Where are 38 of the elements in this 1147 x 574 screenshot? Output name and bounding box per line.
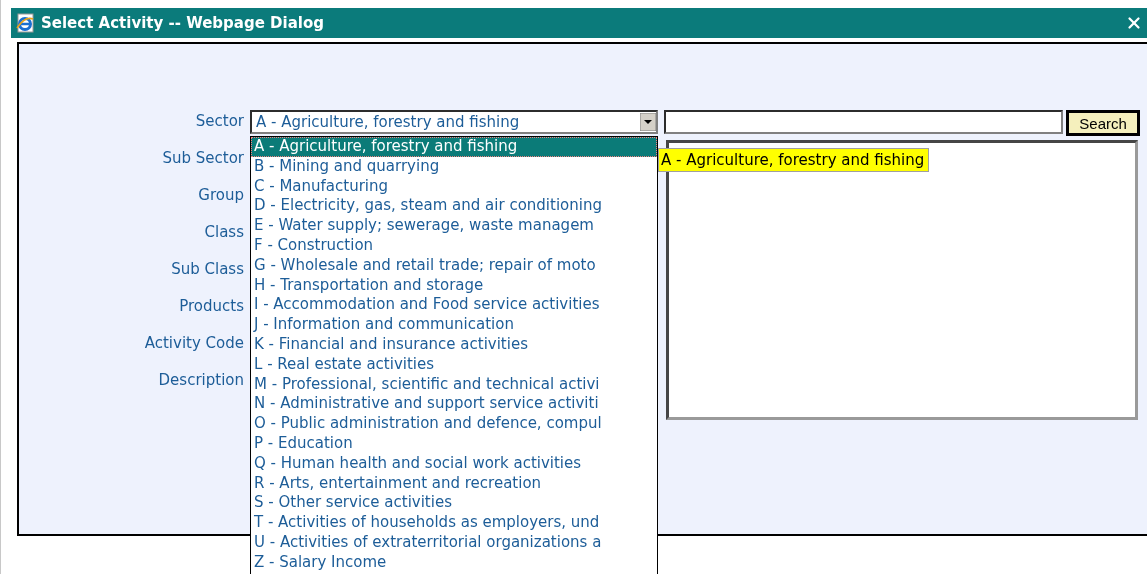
tooltip: A - Agriculture, forestry and fishing <box>658 148 930 172</box>
dropdown-option[interactable]: K - Financial and insurance activities <box>251 334 657 355</box>
field-label: Group <box>198 185 244 206</box>
dropdown-option[interactable]: I - Accommodation and Food service activities <box>251 295 657 316</box>
dropdown-option[interactable]: B - Mining and quarrying <box>251 156 657 177</box>
dropdown-option[interactable]: P - Education <box>251 433 657 454</box>
field-label: Sector <box>195 111 244 132</box>
dropdown-option[interactable]: A - Agriculture, forestry and fishing <box>251 137 657 157</box>
field-label: Description <box>158 370 244 391</box>
dropdown-option[interactable]: D - Electricity, gas, steam and air conditioning <box>251 196 657 217</box>
dropdown-option[interactable]: O - Public administration and defence, compul <box>251 414 657 434</box>
dropdown-option[interactable]: Q - Human health and social work activities <box>251 453 657 474</box>
field-label: Products <box>179 296 244 317</box>
dropdown-option[interactable]: F - Construction <box>251 236 657 256</box>
field-label: Class <box>204 222 244 243</box>
field-label: Sub Sector <box>162 148 244 169</box>
browser-icon <box>15 13 35 33</box>
dropdown-option[interactable]: N - Administrative and support service activiti <box>251 394 657 415</box>
dropdown-option[interactable]: E - Water supply; sewerage, waste managem <box>251 216 657 236</box>
dropdown-option[interactable]: H - Transportation and storage <box>251 275 657 296</box>
dropdown-option[interactable]: M - Professional, scientific and technical activi <box>251 374 657 395</box>
dropdown-option[interactable]: U - Activities of extraterritorial organizations a <box>251 532 657 553</box>
dropdown-option[interactable]: S - Other service activities <box>251 493 657 514</box>
field-label: Activity Code <box>144 333 244 354</box>
dropdown-option[interactable]: J - Information and communication <box>251 315 657 335</box>
sector-select[interactable]: A - Agriculture, forestry and fishing <box>250 110 658 134</box>
window-title: Select Activity -- Webpage Dialog <box>41 14 325 32</box>
search-field[interactable] <box>664 110 1064 134</box>
dropdown-option[interactable]: T - Activities of households as employers, und <box>251 513 657 533</box>
dropdown-option[interactable]: Z - Salary Income <box>251 552 657 573</box>
dropdown-option[interactable]: R - Arts, entertainment and recreation <box>251 473 657 494</box>
search-button[interactable]: Search <box>1066 110 1140 136</box>
field-label: Sub Class <box>171 259 244 280</box>
dropdown-option[interactable]: L - Real estate activities <box>251 354 657 375</box>
dropdown-arrow-icon <box>640 113 656 131</box>
dropdown-option[interactable]: C - Manufacturing <box>251 176 657 197</box>
close-icon[interactable] <box>1125 14 1143 32</box>
dropdown-option[interactable]: G - Wholesale and retail trade; repair of moto <box>251 255 657 276</box>
